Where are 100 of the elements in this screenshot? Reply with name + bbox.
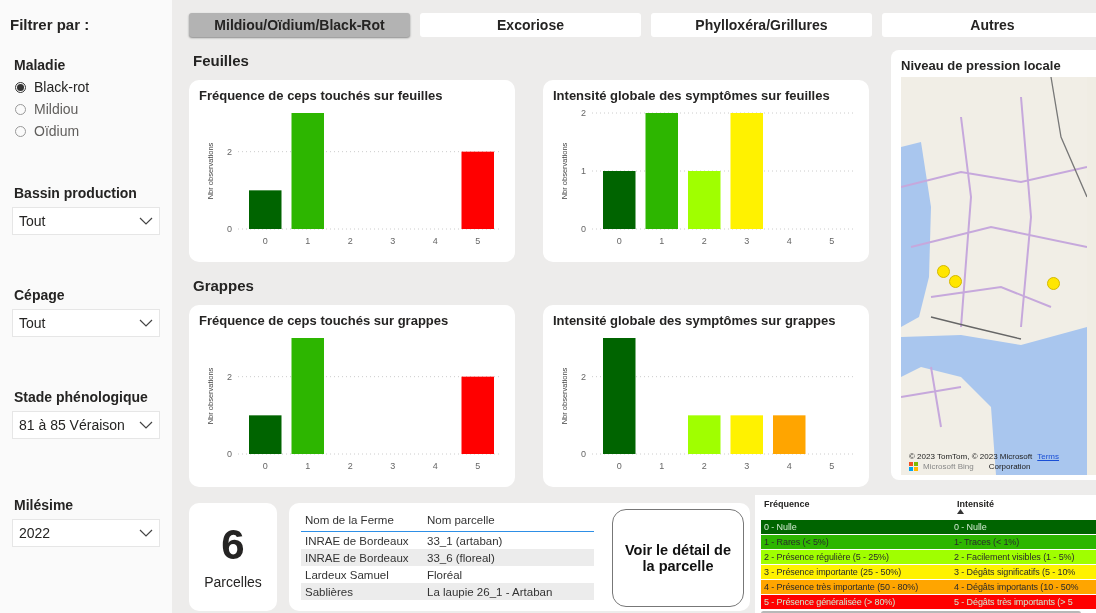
chart-title: Fréquence de ceps touchés sur feuilles [199,88,444,103]
axis-tick-label: 0 [581,224,586,234]
axis-tick-label: 0 [581,449,586,459]
legend-cell-text: 2 - Présence régulière (5 - 25%) [763,551,890,564]
axis-tick-label: 0 [262,461,268,471]
legend-cell-text: 0 - Nulle [763,521,798,534]
axis-tick-label: 0 [227,449,232,459]
count-value: 6 [221,524,245,566]
filter-label: Maladie [14,57,67,73]
windows-logo-icon [909,462,918,471]
axis-tick-label: 1 [659,461,665,471]
axis-tick-label: 4 [786,236,792,246]
table-cell-text: INRAE de Bordeaux [304,551,410,564]
radio-option[interactable]: Oïdium [15,123,172,139]
table-cell-text: Sablières [304,585,354,598]
map-title: Niveau de pression locale [901,58,1062,73]
chart-title: Fréquence de ceps touchés sur grappes [199,313,450,328]
axis-tick-label: 2 [701,236,707,246]
legend-cell-text: 3 - Dégâts significatifs (5 - 10% [953,566,1076,579]
tab[interactable]: Autres [882,13,1096,37]
table-cell-text: Floréal [426,568,464,581]
axis-tick-label: 3 [390,236,396,246]
axis-tick-label: 5 [829,236,835,246]
table-cell-text: La laupie 26_1 - Artaban [426,585,554,598]
chart-bar [688,415,721,454]
legend-cell-text: 1 - Rares (< 5%) [763,536,830,549]
dropdown-field[interactable]: Tout [12,309,160,337]
axis-tick-label: 3 [390,461,396,471]
filter-label: Bassin production [14,185,138,201]
chart-title: Intensité globale des symptômes sur feuilles [553,88,831,103]
legend-cell-text: 2 - Facilement visibles (1 - 5%) [953,551,1075,564]
chart-title: Intensité globale des symptômes sur grappes [553,313,837,328]
column-header[interactable]: Nom de la Ferme [301,514,423,526]
axis-tick-label: 4 [432,461,438,471]
dropdown-field[interactable]: 2022 [12,519,160,547]
axis-tick-label: 4 [432,236,438,246]
axis-tick-label: 3 [744,461,750,471]
tab[interactable]: Mildiou/Oïdium/Black-Rot [189,13,410,37]
axis-tick-label: 5 [829,461,835,471]
legend-cell-text: 4 - Dégâts importants (10 - 50% [953,581,1079,594]
section-title: Feuilles [193,52,250,70]
table-cell-text: Lardeux Samuel [304,568,390,581]
radio-option[interactable]: Black-rot [15,79,172,95]
filter-label: Stade phénologique [14,389,149,405]
dropdown-field[interactable]: 81 à 85 Véraison [12,411,160,439]
filter-label: Cépage [14,287,66,303]
chevron-down-icon [139,217,153,225]
axis-tick-label: 5 [475,236,481,246]
chevron-down-icon [139,421,153,429]
table-cell-text: 33_1 (artaban) [426,534,504,547]
axis-tick-label: 1 [659,236,665,246]
map-logo-text: Microsoft Bing [923,462,974,471]
axis-tick-label: 3 [744,236,750,246]
filter-label: Milésime [14,497,75,513]
axis-tick-label: 4 [786,461,792,471]
chart-bar [603,171,636,229]
axis-tick-label: 1 [305,461,311,471]
axis-tick-label: 0 [262,236,268,246]
chevron-down-icon [139,529,153,537]
column-header[interactable]: Nom parcelle [423,514,597,526]
legend-cell-text: 5 - Présence généralisée (> 80%) [763,596,897,609]
sort-ascending-icon [957,509,964,514]
column-header[interactable]: Intensité [954,499,1096,509]
axis-tick-label: 2 [581,108,586,118]
axis-tick-label: 1 [305,236,311,246]
tab[interactable]: Excoriose [420,13,641,37]
axis-tick-label: 2 [227,371,232,382]
axis-tick-label: 0 [227,224,232,234]
legend-cell-text: 3 - Présence importante (25 - 50%) [763,566,903,579]
axis-tick-label: 2 [701,461,707,471]
legend-cell-text: 1- Traces (< 1%) [953,536,1020,549]
chart-bar [688,171,721,229]
chart-bar [730,415,763,454]
axis-tick-label: 2 [227,146,232,157]
detail-button[interactable]: Voir le détail de la parcelle [612,509,744,607]
chart-bar [773,415,806,454]
axis-tick-label: 1 [581,166,586,176]
column-header[interactable]: Fréquence [761,499,954,519]
axis-tick-label: 2 [581,371,586,382]
axis-tick-label: 0 [616,236,622,246]
filter-title: Filtrer par : [10,16,91,33]
chevron-down-icon [139,319,153,327]
chart-bar [249,190,282,229]
map-attribution: Corporation [988,462,1031,471]
axis-tick-label: 2 [347,236,353,246]
legend-cell-text: 0 - Nulle [953,521,987,534]
tab[interactable]: Phylloxéra/Grillures [651,13,872,37]
radio-option[interactable]: Mildiou [15,101,172,117]
dropdown-field[interactable]: Tout [12,207,160,235]
axis-tick-label: 5 [475,461,481,471]
legend-cell-text: 5 - Dégâts très importants (> 5 [953,596,1073,609]
table-cell-text: 33_6 (floreal) [426,551,496,564]
table-cell-text: INRAE de Bordeaux [304,534,410,547]
section-title: Grappes [193,277,255,295]
count-label: Parcelles [204,574,262,590]
axis-tick-label: 0 [616,461,622,471]
map-attribution: © 2023 TomTom, © 2023 Microsoft [909,452,1033,461]
axis-tick-label: 2 [347,461,353,471]
terms-link[interactable]: Terms [1037,452,1060,461]
legend-cell-text: 4 - Présence très importante (50 - 80%) [763,581,920,594]
